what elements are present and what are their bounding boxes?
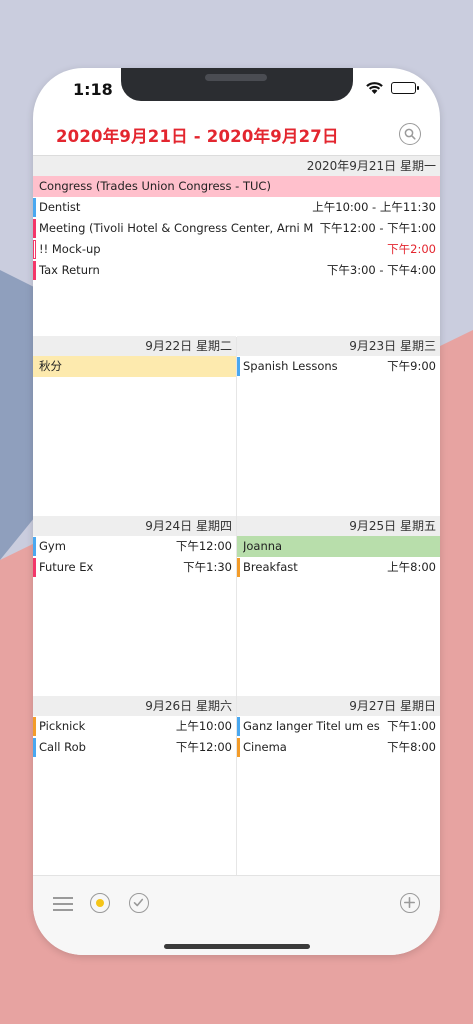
event-time: 下午9:00: [381, 356, 436, 377]
event-color-bar: [237, 357, 240, 376]
add-icon[interactable]: [400, 893, 420, 913]
event-time: 下午2:00: [381, 239, 436, 260]
event-color-bar: [33, 537, 36, 556]
event-color-bar: [237, 738, 240, 757]
event-color-bar: [33, 717, 36, 736]
day-wednesday[interactable]: 9月23日 星期三 Spanish Lessons 下午9:00: [237, 336, 440, 516]
event-row[interactable]: Ganz langer Titel um es... 下午1:00: [237, 716, 440, 737]
event-row[interactable]: Breakfast 上午8:00: [237, 557, 440, 578]
search-icon: [404, 128, 416, 140]
event-list: Congress (Trades Union Congress - TUC) De…: [33, 176, 440, 281]
event-list: Spanish Lessons 下午9:00: [237, 356, 440, 377]
home-indicator: [164, 944, 310, 949]
event-row[interactable]: Call Rob 下午12:00: [33, 737, 236, 758]
event-color-bar: [33, 198, 36, 217]
event-time: 下午3:00 - 下午4:00: [320, 260, 436, 281]
day-friday[interactable]: 9月25日 星期五 Joanna Breakfast 上午8:00: [237, 516, 440, 696]
phone-screen: 1:18 2020年9月21日 - 2020年9月27日 2020年9月21日 …: [33, 68, 440, 955]
event-title: 秋分: [39, 359, 62, 373]
speaker: [205, 74, 267, 81]
day-header: 9月24日 星期四: [33, 516, 236, 536]
event-title: Congress (Trades Union Congress - TUC): [39, 179, 271, 193]
notch: [121, 68, 353, 101]
event-row[interactable]: Dentist 上午10:00 - 上午11:30: [33, 197, 440, 218]
event-time: 上午8:00: [381, 557, 436, 578]
day-header: 9月25日 星期五: [237, 516, 440, 536]
day-header: 9月22日 星期二: [33, 336, 236, 356]
event-color-bar: [33, 738, 36, 757]
day-sunday[interactable]: 9月27日 星期日 Ganz langer Titel um es... 下午1:…: [237, 696, 440, 876]
wifi-icon: [366, 82, 383, 94]
event-time: 上午10:00: [169, 716, 232, 737]
today-icon[interactable]: [90, 893, 110, 913]
event-list: 秋分: [33, 356, 236, 377]
day-tuesday[interactable]: 9月22日 星期二 秋分: [33, 336, 236, 516]
day-saturday[interactable]: 9月26日 星期六 Picknick 上午10:00 Call Rob 下午12:00: [33, 696, 236, 876]
day-thursday[interactable]: 9月24日 星期四 Gym 下午12:00 Future Ex 下午1:30: [33, 516, 236, 696]
event-time: 下午12:00 - 下午1:00: [313, 218, 436, 239]
event-color-bar: [33, 261, 36, 280]
bottom-toolbar: [33, 875, 440, 955]
event-row[interactable]: !! Mock-up 下午2:00: [33, 239, 440, 260]
status-icons: [366, 82, 419, 94]
event-list: Gym 下午12:00 Future Ex 下午1:30: [33, 536, 236, 578]
event-list: Picknick 上午10:00 Call Rob 下午12:00: [33, 716, 236, 758]
event-color-bar: [33, 219, 36, 238]
day-header: 9月23日 星期三: [237, 336, 440, 356]
day-monday[interactable]: 2020年9月21日 星期一 Congress (Trades Union Co…: [33, 156, 440, 336]
event-row[interactable]: Spanish Lessons 下午9:00: [237, 356, 440, 377]
event-color-bar: [33, 558, 36, 577]
page-title: 2020年9月21日 - 2020年9月27日: [56, 127, 339, 146]
event-list: Ganz langer Titel um es... 下午1:00 Cinema 下午…: [237, 716, 440, 758]
event-time: 下午12:00: [169, 737, 232, 758]
event-row[interactable]: Tax Return 下午3:00 - 下午4:00: [33, 260, 440, 281]
event-list: Joanna Breakfast 上午8:00: [237, 536, 440, 578]
event-row[interactable]: Cinema 下午8:00: [237, 737, 440, 758]
event-time: 下午1:30: [177, 557, 232, 578]
event-row[interactable]: 秋分: [33, 356, 236, 377]
event-title: !! Mock-up: [39, 242, 101, 256]
event-row[interactable]: Joanna: [237, 536, 440, 557]
day-header: 9月27日 星期日: [237, 696, 440, 716]
event-row[interactable]: Picknick 上午10:00: [33, 716, 236, 737]
checkmark-icon[interactable]: [129, 893, 149, 913]
event-time: 下午8:00: [381, 737, 436, 758]
day-header: 2020年9月21日 星期一: [33, 156, 440, 176]
event-time: 上午10:00 - 上午11:30: [306, 197, 436, 218]
battery-icon: [391, 82, 419, 94]
status-time: 1:18: [73, 80, 113, 99]
event-row[interactable]: Congress (Trades Union Congress - TUC): [33, 176, 440, 197]
day-header: 9月26日 星期六: [33, 696, 236, 716]
event-row[interactable]: Gym 下午12:00: [33, 536, 236, 557]
event-color-bar: [237, 717, 240, 736]
event-title: Joanna: [243, 539, 283, 553]
week-grid: 2020年9月21日 星期一 Congress (Trades Union Co…: [33, 155, 440, 876]
event-color-bar: [33, 240, 36, 259]
event-time: 下午1:00: [381, 716, 436, 737]
event-color-bar: [237, 558, 240, 577]
search-button[interactable]: [399, 123, 421, 145]
menu-icon[interactable]: [53, 896, 73, 912]
event-row[interactable]: Future Ex 下午1:30: [33, 557, 236, 578]
event-row[interactable]: Meeting (Tivoli Hotel & Congress Center,…: [33, 218, 440, 239]
event-time: 下午12:00: [169, 536, 232, 557]
